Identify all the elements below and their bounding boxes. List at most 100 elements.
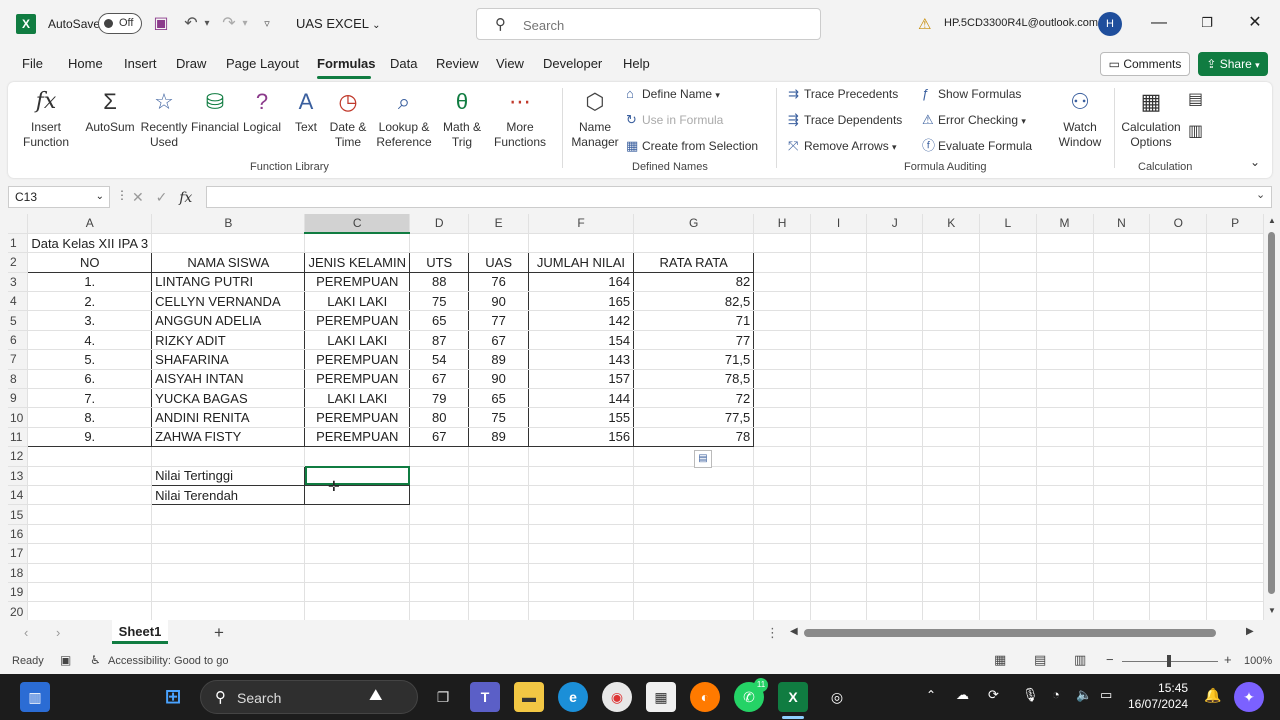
cell[interactable] <box>468 466 529 486</box>
cell[interactable] <box>1093 349 1151 370</box>
column-header[interactable]: A <box>27 214 153 234</box>
cell[interactable] <box>1206 427 1264 448</box>
cell[interactable] <box>979 466 1037 486</box>
cell[interactable] <box>866 252 924 273</box>
cell[interactable] <box>151 233 306 254</box>
cell[interactable] <box>1036 407 1094 428</box>
cell[interactable] <box>922 485 981 506</box>
cell[interactable] <box>1149 388 1208 409</box>
cell[interactable] <box>1036 563 1094 583</box>
close-icon[interactable]: ✕ <box>1242 10 1268 36</box>
cell[interactable] <box>304 504 411 525</box>
error-checking-button[interactable]: ⚠ Error Checking ▾ <box>922 112 1026 129</box>
cell[interactable] <box>1036 349 1094 370</box>
cell[interactable] <box>753 582 812 603</box>
cell[interactable] <box>1206 446 1264 467</box>
zoom-out-icon[interactable]: − <box>1106 652 1114 667</box>
cell[interactable] <box>1149 272 1208 293</box>
cell[interactable] <box>1206 233 1264 254</box>
cell[interactable] <box>528 446 635 467</box>
cell[interactable]: RIZKY ADIT <box>151 330 306 351</box>
cell[interactable]: PEREMPUAN <box>304 272 411 293</box>
excel-taskbar-icon[interactable]: X <box>778 682 808 712</box>
cell[interactable] <box>1149 524 1208 545</box>
cell[interactable]: NO <box>27 252 153 273</box>
tab-page-layout[interactable]: Page Layout <box>226 56 299 71</box>
row-header[interactable]: 7 <box>8 349 29 370</box>
cell[interactable] <box>979 582 1037 603</box>
cell[interactable] <box>633 563 755 583</box>
cell[interactable] <box>810 330 867 351</box>
cell[interactable] <box>151 601 306 620</box>
cell[interactable] <box>922 330 981 351</box>
cell[interactable] <box>866 427 924 448</box>
row-header[interactable]: 1 <box>8 233 29 254</box>
cell[interactable] <box>922 563 981 583</box>
tab-review[interactable]: Review <box>436 56 479 71</box>
column-header[interactable]: G <box>633 214 755 234</box>
taskbar-search[interactable]: ⚲ Search ⛰ <box>200 680 418 714</box>
edge-icon[interactable]: e <box>558 682 588 712</box>
cell[interactable]: PEREMPUAN <box>304 369 411 390</box>
cell[interactable] <box>753 563 812 583</box>
cell[interactable] <box>1036 369 1094 390</box>
column-header[interactable]: P <box>1206 214 1264 234</box>
store-icon[interactable]: ▦ <box>646 682 676 712</box>
cloud-icon[interactable]: ☁ <box>956 687 969 703</box>
row-header[interactable]: 2 <box>8 252 29 273</box>
cell[interactable]: 154 <box>528 330 635 351</box>
cell[interactable] <box>528 466 635 486</box>
horizontal-scroll-thumb[interactable] <box>804 629 1216 637</box>
cell[interactable]: YUCKA BAGAS <box>151 388 306 409</box>
cell[interactable] <box>528 543 635 564</box>
cell[interactable] <box>528 485 635 506</box>
cell[interactable] <box>979 388 1037 409</box>
cell[interactable]: ZAHWA FISTY <box>151 427 306 448</box>
cell[interactable]: 89 <box>468 427 529 448</box>
cell[interactable] <box>866 543 924 564</box>
cell[interactable] <box>753 349 812 370</box>
cell[interactable] <box>1093 543 1151 564</box>
tab-home[interactable]: Home <box>68 56 103 71</box>
calculate-sheet-icon[interactable]: ▥ <box>1188 124 1203 140</box>
cell[interactable]: Nilai Tertinggi <box>151 465 306 486</box>
cell[interactable] <box>1036 272 1094 293</box>
cell[interactable] <box>409 233 470 254</box>
cell[interactable] <box>922 427 981 448</box>
cell[interactable] <box>866 330 924 351</box>
cell[interactable] <box>922 388 981 409</box>
cell[interactable]: 77 <box>468 310 529 331</box>
cell[interactable] <box>27 466 153 486</box>
cell[interactable] <box>1093 369 1151 390</box>
cell[interactable] <box>1093 233 1151 254</box>
logical-button[interactable]: ? Logical <box>240 88 284 135</box>
cell[interactable] <box>528 233 635 254</box>
cell[interactable] <box>979 427 1037 448</box>
cell[interactable] <box>979 601 1037 620</box>
widgets-icon[interactable]: ▥ <box>20 682 50 712</box>
cell[interactable] <box>304 233 411 254</box>
cell[interactable]: 6. <box>27 369 153 390</box>
trace-precedents-button[interactable]: ⇉ Trace Precedents <box>788 86 898 102</box>
cell[interactable] <box>922 407 981 428</box>
cell[interactable]: ANDINI RENITA <box>151 407 306 428</box>
cell[interactable] <box>922 310 981 331</box>
cell[interactable] <box>1036 504 1094 525</box>
cell[interactable]: PEREMPUAN <box>304 349 411 370</box>
cell[interactable] <box>866 582 924 603</box>
column-header[interactable]: F <box>528 214 635 234</box>
cell[interactable]: 67 <box>409 369 470 390</box>
cell[interactable] <box>1149 543 1208 564</box>
financial-button[interactable]: ⛁ Financial <box>190 88 240 135</box>
cell[interactable]: 2. <box>27 291 153 312</box>
cell[interactable] <box>1149 466 1208 486</box>
row-header[interactable]: 16 <box>8 524 29 545</box>
row-header[interactable]: 14 <box>8 485 29 506</box>
cell[interactable]: 157 <box>528 369 635 390</box>
cell[interactable] <box>866 504 924 525</box>
cell[interactable] <box>1093 504 1151 525</box>
row-header[interactable]: 6 <box>8 330 29 351</box>
macro-record-icon[interactable]: ▣ <box>60 653 71 667</box>
scroll-down-icon[interactable]: ▼ <box>1268 606 1276 615</box>
cell[interactable] <box>979 524 1037 545</box>
